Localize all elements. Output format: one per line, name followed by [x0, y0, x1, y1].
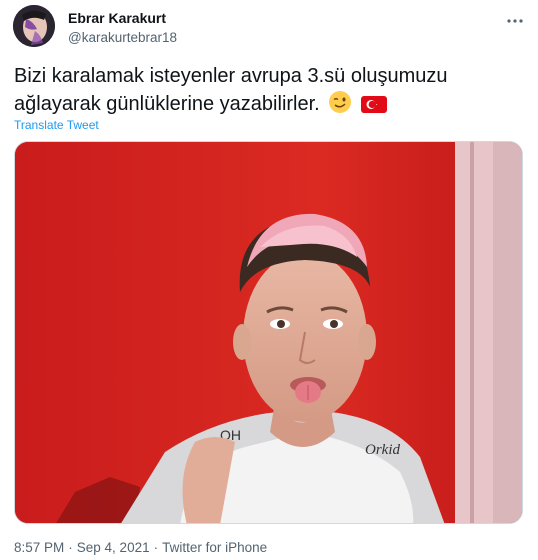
tweet-card: Ebrar Karakurt @karakurtebrar18 Bizi kar…: [0, 0, 538, 560]
photo-image: OH Orkid: [15, 142, 522, 523]
tweet-text-content: ağlayarak günlüklerine yazabilirler.: [14, 93, 320, 115]
jersey-text-right: Orkid: [365, 442, 400, 458]
separator: ·: [153, 540, 159, 555]
display-name[interactable]: Ebrar Karakurt: [68, 9, 177, 27]
tweet-date[interactable]: Sep 4, 2021: [77, 540, 150, 555]
more-options-button[interactable]: [506, 12, 524, 30]
tweet-photo[interactable]: OH Orkid: [14, 141, 523, 524]
avatar[interactable]: [13, 5, 55, 47]
more-icon: [507, 19, 523, 23]
tweet-metadata: 8:57 PM · Sep 4, 2021 · Twitter for iPhone: [14, 540, 267, 555]
translate-tweet-link[interactable]: Translate Tweet: [14, 118, 99, 132]
tweet-source[interactable]: Twitter for iPhone: [162, 540, 267, 555]
tweet-text: Bizi karalamak isteyenler avrupa 3.sü ol…: [14, 63, 524, 122]
tweet-text-line: Bizi karalamak isteyenler avrupa 3.sü ol…: [14, 65, 448, 87]
handle[interactable]: @karakurtebrar18: [68, 29, 177, 47]
tweet-time[interactable]: 8:57 PM: [14, 540, 64, 555]
winking-face-icon: [328, 90, 352, 122]
separator: ·: [68, 540, 73, 555]
author-info: Ebrar Karakurt @karakurtebrar18: [68, 9, 177, 47]
turkey-flag-icon: [360, 94, 387, 122]
